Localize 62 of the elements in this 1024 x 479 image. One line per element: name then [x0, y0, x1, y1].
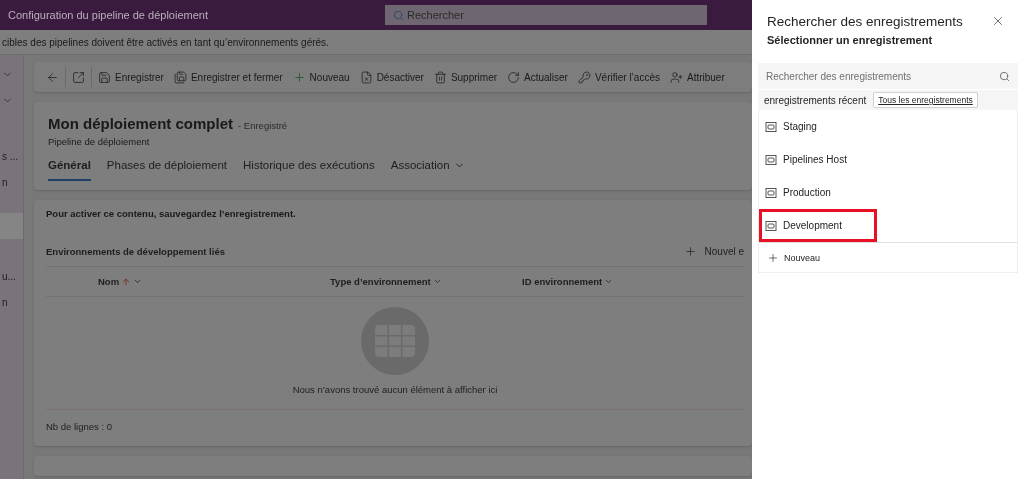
toolbar-button[interactable]: Enregistrer et fermer	[169, 64, 287, 90]
panel-subtitle: Sélectionner un enregistrement	[766, 34, 934, 46]
record-item[interactable]: Development	[759, 209, 877, 242]
app-title: Configuration du pipeline de déploiement	[8, 9, 209, 21]
close-icon	[991, 14, 1005, 28]
search-field[interactable]: Rechercher	[385, 5, 707, 25]
chevron-down-icon	[604, 277, 614, 286]
tab[interactable]: Association	[390, 159, 465, 181]
record-icon	[765, 153, 777, 166]
toolbar-button[interactable]: Enregistrer	[94, 64, 168, 90]
search-icon	[999, 70, 1010, 82]
info-message: Pour activer ce contenu, sauvegardez l’enregistrement.	[46, 208, 297, 219]
row-count: Nb de lignes : 0	[46, 421, 112, 432]
search-field[interactable]: Rechercher des enregistrements	[758, 63, 1018, 89]
trash-icon	[433, 70, 447, 84]
column-header[interactable]: Nom	[98, 276, 330, 287]
person-icon	[669, 70, 683, 84]
popout-icon	[72, 70, 85, 84]
record-icon	[765, 219, 777, 232]
chevron-down-icon	[432, 277, 442, 286]
section-title: Environnements de développement liés	[46, 246, 225, 257]
toolbar-button[interactable]: Vérifier l’accès	[573, 64, 664, 90]
recent-label: enregistrements récent	[764, 94, 867, 106]
nav-item[interactable]: n	[2, 296, 8, 308]
plus-icon	[683, 245, 697, 258]
panel-title: Rechercher des enregistrements	[767, 14, 963, 30]
toolbar-button[interactable]: Nouveau	[288, 64, 354, 90]
notice-text: cibles des pipelines doivent être activés en tant qu’environnements gérés.	[0, 30, 752, 55]
tab[interactable]: Historique des exécutions	[243, 159, 375, 181]
record-title: Mon déploiement complet	[48, 115, 233, 132]
nav-item[interactable]: s ...	[2, 150, 19, 162]
plus-icon	[767, 251, 779, 264]
search-icon	[393, 9, 404, 21]
tab[interactable]: Phases de déploiement	[106, 159, 228, 181]
nav-item[interactable]: u...	[2, 270, 16, 282]
document-icon	[359, 70, 373, 84]
toolbar-button[interactable]: Supprimer	[429, 64, 502, 90]
save-icon	[173, 70, 187, 84]
all-records-button[interactable]: Tous les enregistrements	[873, 92, 978, 108]
plus-icon	[292, 70, 306, 84]
toolbar-button[interactable]: Désactiver	[355, 64, 428, 90]
record-icon	[765, 186, 777, 199]
tab[interactable]: Général	[48, 159, 91, 181]
refresh-icon	[507, 70, 521, 84]
nav-item[interactable]: n	[2, 176, 8, 188]
chevron-down-icon	[133, 277, 143, 286]
new-button[interactable]: Nouveau	[767, 251, 821, 264]
record-status: - Enregistré	[238, 120, 288, 131]
column-header[interactable]: ID environnement	[522, 276, 672, 287]
column-header[interactable]: Type d’environnement	[330, 276, 522, 287]
record-item[interactable]: Staging	[759, 110, 1017, 143]
empty-message: Nous n’avons trouvé aucun élément à afficher ici	[292, 384, 498, 395]
new-button[interactable]: Nouvel e	[683, 245, 744, 258]
record-item[interactable]: Production	[759, 176, 1017, 209]
back-icon	[46, 70, 59, 84]
record-item[interactable]: Pipelines Host	[759, 143, 1017, 176]
toolbar-button[interactable]: Attribuer	[665, 64, 729, 90]
save-icon	[98, 70, 111, 84]
toolbar-button[interactable]: Actualiser	[503, 64, 572, 90]
entity-name: Pipeline de déploiement	[48, 136, 151, 147]
key-icon	[577, 70, 591, 84]
record-icon	[765, 120, 777, 133]
